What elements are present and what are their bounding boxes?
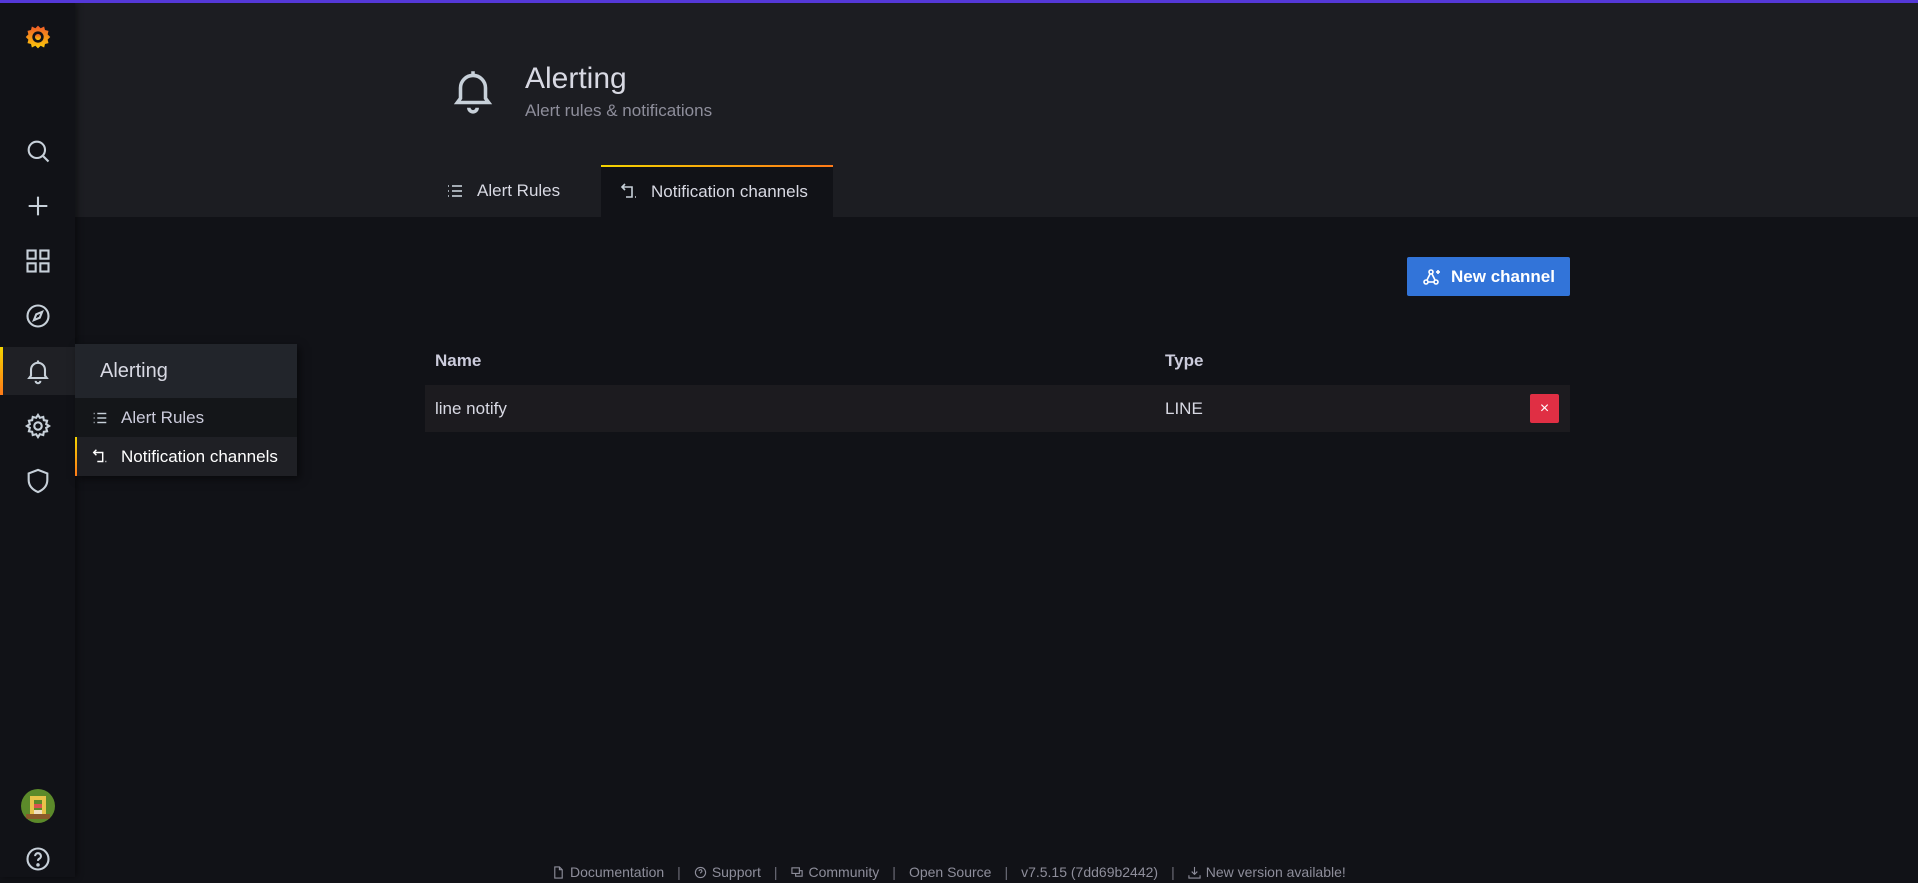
sidebar xyxy=(0,3,75,877)
tab-alert-rules[interactable]: Alert Rules xyxy=(445,165,560,217)
page-bell-glyph xyxy=(453,71,493,114)
footer-open-source-link[interactable]: Open Source xyxy=(909,864,992,880)
footer-separator: | xyxy=(892,864,896,880)
dashboards-icon[interactable] xyxy=(0,237,75,285)
flyout-title[interactable]: Alerting xyxy=(75,344,297,398)
flyout-item-notification-channels[interactable]: Notification channels xyxy=(75,437,297,476)
compass-glyph xyxy=(25,304,50,328)
gear-glyph xyxy=(24,412,51,440)
explore-compass-icon[interactable] xyxy=(0,292,75,340)
footer-open-source-label: Open Source xyxy=(908,864,992,880)
footer-separator: | xyxy=(1171,864,1175,880)
footer-separator: | xyxy=(773,864,778,880)
column-header-type: Type xyxy=(1165,351,1204,370)
tab-label: Alert Rules xyxy=(477,181,561,200)
help-icon[interactable] xyxy=(0,835,75,883)
new-channel-button[interactable]: New channel xyxy=(1407,257,1570,296)
channel-name-cell[interactable]: line notify xyxy=(435,399,507,419)
shield-icon[interactable] xyxy=(0,457,75,505)
plus-icon[interactable] xyxy=(0,182,75,230)
footer-separator: | xyxy=(677,864,681,880)
footer-documentation-label: Documentation xyxy=(570,864,665,880)
tab-label: Notification channels xyxy=(651,182,808,201)
plus-glyph xyxy=(28,196,47,216)
page-header xyxy=(75,3,1918,217)
footer-support-link[interactable]: Support xyxy=(694,864,761,880)
footer-new-version-label: New version available! xyxy=(1205,864,1346,880)
grafana-logo-icon[interactable] xyxy=(0,13,75,61)
table-row[interactable]: line notify LINE × xyxy=(425,385,1570,432)
footer: Documentation | Support | Community | Op… xyxy=(552,864,1346,880)
grafana-logo-svg xyxy=(25,25,50,49)
footer-support-label: Support xyxy=(711,864,761,880)
list-icon xyxy=(448,185,462,197)
shield-glyph xyxy=(27,468,48,494)
bell-glyph xyxy=(26,360,49,385)
close-icon: × xyxy=(1539,399,1550,417)
list-icon xyxy=(93,412,107,423)
share-nodes-icon xyxy=(1423,268,1441,285)
search-glyph xyxy=(27,140,49,163)
footer-community-label: Community xyxy=(808,864,880,880)
footer-community-link[interactable]: Community xyxy=(790,864,880,880)
channel-type-cell: LINE xyxy=(1165,399,1203,418)
bell-icon[interactable] xyxy=(0,347,75,395)
gear-icon[interactable] xyxy=(0,402,75,450)
new-channel-label: New channel xyxy=(1451,266,1555,286)
flyout-item-alert-rules[interactable]: Alert Rules xyxy=(75,398,297,437)
search-icon[interactable] xyxy=(0,127,75,175)
alerting-flyout-menu: Alerting Alert Rules Notification channe… xyxy=(75,344,297,476)
top-accent-bar xyxy=(0,0,1918,3)
dashboards-glyph xyxy=(25,249,50,273)
flyout-item-label: Notification channels xyxy=(121,446,278,466)
page-title: Alerting xyxy=(525,62,627,95)
delete-channel-button[interactable]: × xyxy=(1530,394,1559,423)
help-glyph xyxy=(25,847,50,871)
avatar-image xyxy=(21,789,55,823)
notification-channel-icon xyxy=(92,448,107,462)
flyout-item-label: Alert Rules xyxy=(121,407,205,427)
footer-version: v7.5.15 (7dd69b2442) xyxy=(1021,864,1159,880)
bell-icon xyxy=(448,60,498,120)
page-subtitle: Alert rules & notifications xyxy=(525,101,713,120)
user-avatar[interactable] xyxy=(21,789,55,823)
footer-documentation-link[interactable]: Documentation xyxy=(552,864,664,880)
notification-channel-icon xyxy=(620,183,636,198)
footer-new-version-link[interactable]: New version available! xyxy=(1188,864,1346,880)
footer-separator: | xyxy=(1004,864,1009,880)
tab-notification-channels[interactable]: Notification channels xyxy=(601,165,833,217)
column-header-name: Name xyxy=(435,351,482,370)
